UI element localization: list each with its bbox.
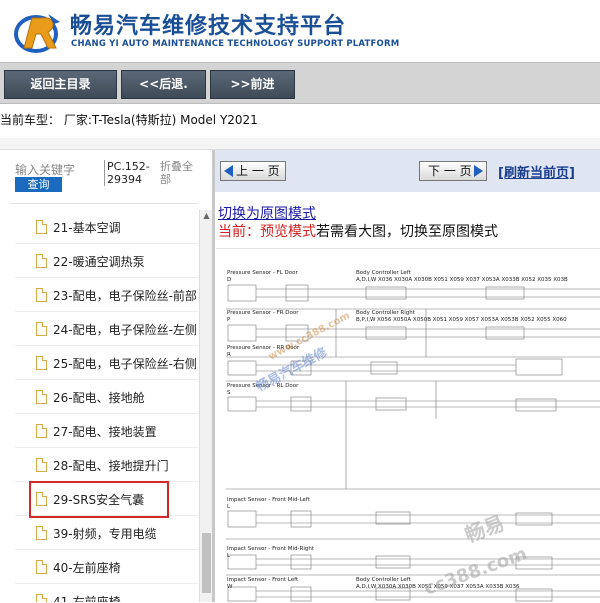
prev-page-button[interactable]: 上 一 页 <box>220 161 286 181</box>
brand-subtitle: CHANG YI AUTO MAINTENANCE TECHNOLOGY SUP… <box>71 39 400 49</box>
mode-prefix: 当前：预览模式 <box>218 224 316 240</box>
category-tree: 21-基本空调 22-暖通空调热泵 23-配电，电子保险丝-前部 24-配电，电… <box>15 210 198 602</box>
section-title: Impact Sensor - Front Left <box>227 577 299 583</box>
back-button[interactable]: <<后退. <box>121 70 206 99</box>
tree-item[interactable]: 26-配电、接地舱 <box>15 380 198 414</box>
section-code: L <box>227 553 231 559</box>
document-icon <box>36 458 47 472</box>
tree-item[interactable]: 21-基本空调 <box>15 210 198 244</box>
tree-item-label: 23-配电，电子保险丝-前部 <box>53 289 197 303</box>
vehicle-info: 当前车型： 厂家:T-Tesla(特斯拉) Model Y2021 <box>0 113 258 127</box>
section-code: R <box>227 352 231 358</box>
pc-code: PC.152-29394 <box>104 160 150 186</box>
document-icon <box>36 594 47 602</box>
selection-highlight <box>29 481 169 518</box>
section-title: Impact Sensor - Front Mid-Left <box>227 497 310 503</box>
tree-item-label: 28-配电、接地提升门 <box>53 459 169 473</box>
controller-title: Body Controller Left <box>356 270 411 276</box>
section-code: L <box>227 504 231 510</box>
section-code: W <box>227 584 233 590</box>
tree-item[interactable]: 39-射频，专用电缆 <box>15 516 198 550</box>
prev-page-label: 上 一 页 <box>236 164 280 178</box>
arrow-left-icon <box>224 165 233 177</box>
document-icon <box>36 390 47 404</box>
home-button[interactable]: 返回主目录 <box>4 70 117 99</box>
tree-item-label: 41-右前座椅 <box>53 595 121 602</box>
search-button[interactable]: 查询 <box>15 177 62 192</box>
tree-item[interactable]: 28-配电、接地提升门 <box>15 448 198 482</box>
pane-divider[interactable] <box>212 150 215 602</box>
tree-item[interactable]: 24-配电，电子保险丝-左侧 <box>15 312 198 346</box>
document-icon <box>36 288 47 302</box>
document-icon <box>36 424 47 438</box>
section-title: Pressure Sensor - FL Door <box>227 270 298 276</box>
document-icon <box>36 356 47 370</box>
tree-item-label: 39-射频，专用电缆 <box>53 527 157 541</box>
document-icon <box>36 220 47 234</box>
document-icon <box>36 254 47 268</box>
mode-suffix: 若需看大图，切换至原图模式 <box>316 224 498 240</box>
tree-item-label: 21-基本空调 <box>53 221 121 235</box>
document-icon <box>36 526 47 540</box>
section-title: Impact Sensor - Front Mid-Right <box>227 546 314 552</box>
refresh-link[interactable]: [刷新当前页] <box>498 162 575 181</box>
controller-pins: A,D,I,W X036 X030A X030B X051 X059 X037 … <box>356 277 568 283</box>
mode-status: 当前：预览模式若需看大图，切换至原图模式 <box>218 221 498 241</box>
scrollbar-thumb[interactable] <box>202 533 211 593</box>
arrow-right-icon <box>474 165 483 177</box>
controller-pins: B,P,I,W X056 X050A X050B X051 X059 X057 … <box>356 317 567 323</box>
section-code: S <box>227 390 231 396</box>
toolbar: 返回主目录 <<后退. >>前进 <box>0 62 600 104</box>
search-input[interactable]: 输入关键字 <box>15 161 75 178</box>
forward-button[interactable]: >>前进 <box>210 70 295 99</box>
brand-title: 畅易汽车维修技术支持平台 <box>70 14 347 39</box>
section-title: Pressure Sensor - FR Door <box>227 310 299 316</box>
tree-item-label: 24-配电，电子保险丝-左侧 <box>53 323 197 337</box>
next-page-label: 下 一 页 <box>428 164 472 178</box>
switch-original-link[interactable]: 切换为原图模式 <box>218 203 316 223</box>
next-page-button[interactable]: 下 一 页 <box>419 161 487 181</box>
app-header: 畅易汽车维修技术支持平台 CHANG YI AUTO MAINTENANCE T… <box>0 0 600 62</box>
tree-item-label: 27-配电、接地装置 <box>53 425 157 439</box>
tree-item[interactable]: 22-暖通空调热泵 <box>15 244 198 278</box>
tree-item-label: 40-左前座椅 <box>53 561 121 575</box>
section-code: D <box>227 277 232 283</box>
tree-item[interactable]: 23-配电，电子保险丝-前部 <box>15 278 198 312</box>
tree-item[interactable]: 25-配电，电子保险丝-右侧 <box>15 346 198 380</box>
controller-title: Body Controller Right <box>356 310 415 316</box>
divider <box>10 203 198 204</box>
tree-item-label: 22-暖通空调热泵 <box>53 255 145 269</box>
tree-item-label: 25-配电，电子保险丝-右侧 <box>53 357 197 371</box>
divider <box>0 138 600 150</box>
tree-item[interactable]: 27-配电、接地装置 <box>15 414 198 448</box>
tree-item[interactable]: 40-左前座椅 <box>15 550 198 584</box>
tree-item[interactable]: 41-右前座椅 <box>15 584 198 602</box>
wiring-diagram[interactable]: Pressure Sensor - FL Door D Pressure Sen… <box>216 248 600 602</box>
document-icon <box>36 560 47 574</box>
controller-title: Body Controller Left <box>356 577 411 583</box>
collapse-all-link[interactable]: 折叠全部 <box>160 160 200 186</box>
logo-icon <box>14 14 60 53</box>
document-icon <box>36 322 47 336</box>
tree-item-label: 26-配电、接地舱 <box>53 391 145 405</box>
sidebar-scrollbar[interactable]: ▲ <box>199 210 212 602</box>
section-code: P <box>227 317 231 323</box>
